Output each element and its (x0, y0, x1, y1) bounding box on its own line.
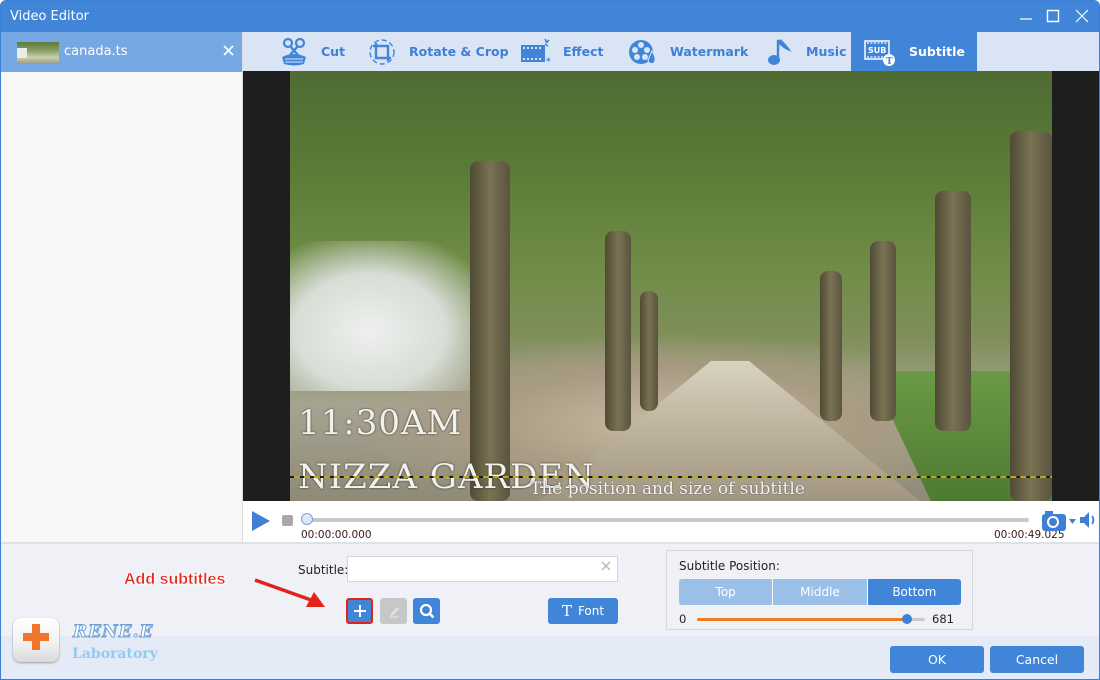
svg-text:SUB: SUB (868, 46, 886, 55)
tab-watermark[interactable]: Watermark (626, 32, 748, 71)
subtitle-position-title: Subtitle Position: (679, 559, 780, 573)
position-slider-min: 0 (679, 612, 687, 626)
add-subtitle-button[interactable] (346, 598, 373, 624)
tab-music[interactable]: Music (762, 32, 846, 71)
subtitle-icon: SUB T (863, 37, 897, 67)
file-item[interactable]: canada.ts (1, 32, 242, 72)
maximize-icon (1046, 9, 1060, 23)
position-bottom-button[interactable]: Bottom (867, 579, 961, 605)
close-window-button[interactable] (1069, 5, 1095, 27)
edit-subtitle-button[interactable] (380, 598, 407, 624)
editor-tabs: Cut Rotate & Crop * Effect Watermark Mus… (243, 32, 1099, 71)
position-slider-fill (697, 618, 907, 621)
subtitle-input[interactable] (347, 556, 618, 582)
tab-label: Subtitle (909, 44, 965, 59)
ok-button[interactable]: OK (890, 646, 984, 673)
tab-cut[interactable]: Cut (277, 32, 345, 71)
font-button[interactable]: T Font (548, 598, 618, 624)
video-tree-trunk (640, 291, 658, 411)
stop-button[interactable] (282, 515, 293, 526)
position-slider-max: 681 (932, 612, 954, 626)
position-segmented-control: Top Middle Bottom (679, 579, 961, 605)
volume-button[interactable] (1079, 511, 1099, 532)
maximize-button[interactable] (1040, 5, 1066, 27)
pencil-icon (388, 607, 399, 618)
video-preview: 11:30AM NIZZA GARDEN The position and si… (243, 71, 1099, 501)
tab-label: Effect (563, 44, 604, 59)
current-time: 00:00:00.000 (301, 529, 372, 541)
close-icon (223, 45, 234, 56)
camera-icon (1042, 511, 1076, 531)
file-thumbnail (17, 42, 59, 64)
player-controls: 00:00:00.000 00:00:49.025 (243, 501, 1099, 542)
clear-subtitle-button[interactable] (601, 559, 611, 575)
file-name: canada.ts (64, 44, 128, 59)
video-tree-trunk (605, 231, 631, 431)
music-note-icon (762, 37, 796, 67)
video-tree-trunk (870, 241, 896, 421)
tab-rotate-crop[interactable]: Rotate & Crop (365, 32, 509, 71)
tab-label: Music (806, 44, 847, 59)
subtitle-label: Subtitle: (298, 563, 349, 577)
subtitle-position-group: Subtitle Position: Top Middle Bottom 0 6… (666, 550, 973, 630)
video-tree-trunk (935, 191, 971, 431)
position-middle-button[interactable]: Middle (773, 579, 868, 605)
tab-effect[interactable]: * Effect (519, 32, 604, 71)
video-sky (290, 241, 490, 391)
cancel-button[interactable]: Cancel (990, 646, 1084, 673)
font-icon: T (561, 602, 572, 620)
position-slider-thumb[interactable] (901, 614, 912, 624)
snapshot-button[interactable] (1041, 510, 1077, 532)
close-icon (601, 561, 611, 571)
subtitle-position-guide[interactable] (290, 476, 1052, 478)
scissors-icon (277, 37, 311, 67)
window-title: Video Editor (10, 9, 90, 24)
brand-name: RENE.E (72, 622, 154, 643)
rotate-crop-icon (365, 37, 399, 67)
annotation-arrow-icon (254, 578, 325, 607)
brand-subtitle: Laboratory (72, 646, 158, 662)
subtitle-panel: Add subtitles Subtitle: T Font Subtitle … (1, 544, 1099, 679)
video-tree-trunk (470, 161, 510, 501)
close-icon (1075, 9, 1089, 23)
title-bar: Video Editor (1, 1, 1099, 32)
minimize-button[interactable] (1013, 5, 1039, 27)
remove-file-button[interactable] (223, 42, 234, 60)
svg-text:T: T (886, 57, 893, 67)
position-top-button[interactable]: Top (679, 579, 774, 605)
file-list-sidebar: canada.ts (1, 32, 243, 542)
font-button-label: Font (577, 604, 605, 618)
watermark-reel-icon (626, 37, 660, 67)
add-subtitles-annotation: Add subtitles (124, 571, 226, 588)
position-slider[interactable] (697, 614, 925, 624)
minimize-icon (1020, 18, 1032, 20)
svg-text:*: * (546, 57, 551, 67)
tab-label: Rotate & Crop (409, 44, 509, 59)
plus-icon (353, 605, 366, 617)
subtitle-preview-text[interactable]: The position and size of subtitle (530, 479, 805, 499)
tab-label: Cut (321, 44, 346, 59)
video-overlay-time: 11:30AM (298, 403, 463, 443)
video-editor-window: Video Editor canada.ts Cut Rotate & Crop… (0, 0, 1100, 680)
medical-cross-icon (23, 624, 49, 650)
play-button[interactable] (251, 510, 271, 535)
timeline-playhead[interactable] (301, 513, 313, 525)
video-tree-trunk (1010, 131, 1052, 501)
effect-film-icon: * (519, 37, 553, 67)
brand-logo (13, 618, 63, 664)
video-tree-trunk (820, 271, 842, 421)
search-icon (419, 603, 434, 619)
volume-icon (1080, 512, 1095, 528)
tab-label: Watermark (670, 44, 749, 59)
video-frame: 11:30AM NIZZA GARDEN The position and si… (290, 71, 1052, 501)
timeline-track[interactable] (305, 518, 1029, 522)
search-subtitle-button[interactable] (413, 598, 440, 624)
tab-subtitle[interactable]: SUB T Subtitle (851, 32, 977, 71)
play-icon (252, 511, 270, 531)
